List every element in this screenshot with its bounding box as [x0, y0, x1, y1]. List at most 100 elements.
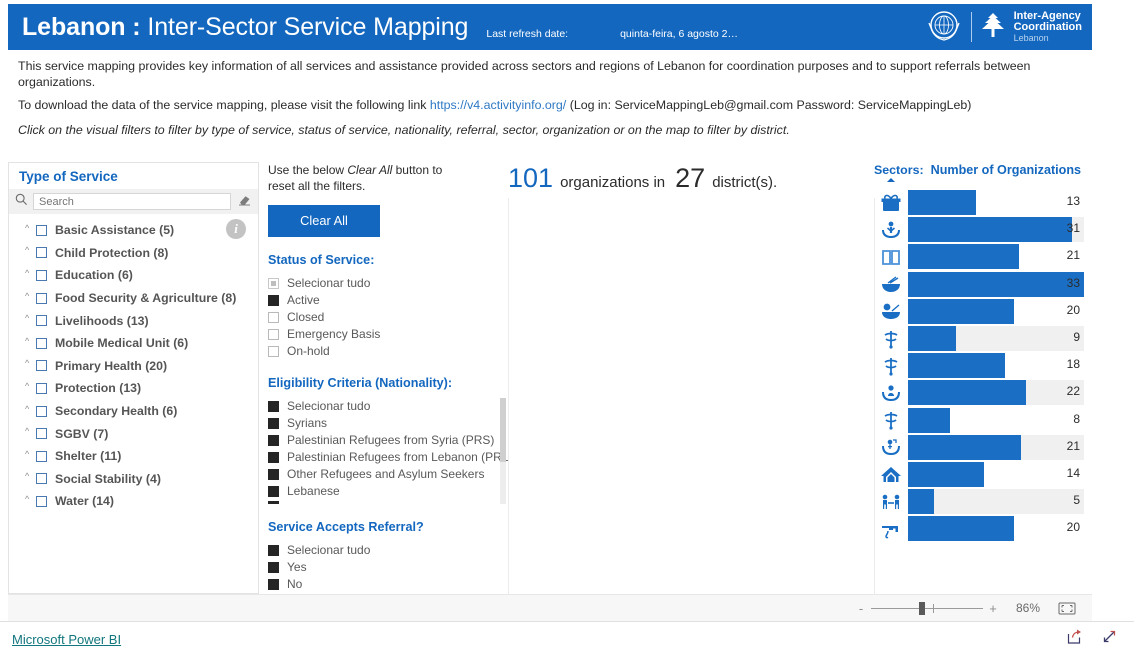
tos-item-education[interactable]: ^ Education (6)	[9, 264, 258, 287]
sectors-axis-label: Sectors:	[874, 163, 924, 177]
checkbox[interactable]	[268, 578, 279, 590]
share-icon[interactable]	[1066, 628, 1083, 650]
chevron-up-icon[interactable]: ^	[25, 359, 36, 368]
chevron-up-icon[interactable]: ^	[25, 472, 36, 481]
nationality-option-prl[interactable]: Palestinian Refugees from Lebanon (PRL)	[268, 449, 512, 466]
tos-item-protection[interactable]: ^ Protection (13)	[9, 377, 258, 400]
nationality-option-select-all[interactable]: Selecionar tudo	[268, 398, 506, 415]
chevron-up-icon[interactable]: ^	[25, 427, 36, 436]
status-option-emergency-basis[interactable]: Emergency Basis	[268, 326, 506, 343]
checkbox[interactable]	[268, 544, 279, 556]
status-option-closed[interactable]: Closed	[268, 309, 506, 326]
checkbox[interactable]	[268, 311, 279, 323]
checkbox[interactable]	[268, 345, 279, 357]
bar-row[interactable]: 31	[874, 216, 1086, 243]
referral-option-yes[interactable]: Yes	[268, 559, 506, 576]
bar-row[interactable]: 8	[874, 407, 1086, 434]
checkbox[interactable]	[268, 561, 279, 573]
checkbox[interactable]	[36, 269, 47, 281]
bar-row[interactable]: 20	[874, 515, 1086, 542]
checkbox[interactable]	[268, 400, 279, 412]
checkbox[interactable]	[36, 382, 47, 394]
nationality-option-lebanese[interactable]: Lebanese	[268, 483, 506, 500]
zoom-in-button[interactable]: +	[986, 601, 1000, 616]
status-option-on-hold[interactable]: On-hold	[268, 343, 506, 360]
bar-row[interactable]: 14	[874, 461, 1086, 488]
checkbox[interactable]	[268, 328, 279, 340]
tos-item-primary-health[interactable]: ^ Primary Health (20)	[9, 355, 258, 378]
checkbox[interactable]	[36, 224, 47, 236]
referral-option-no[interactable]: No	[268, 576, 506, 593]
tos-item-mobile-medical-unit[interactable]: ^ Mobile Medical Unit (6)	[9, 332, 258, 355]
checkbox[interactable]	[36, 337, 47, 349]
chevron-up-icon[interactable]: ^	[25, 494, 36, 504]
tos-item-livelihoods[interactable]: ^ Livelihoods (13)	[9, 309, 258, 332]
checkbox[interactable]	[268, 294, 279, 306]
tos-item-child-protection[interactable]: ^ Child Protection (8)	[9, 242, 258, 265]
chevron-up-icon[interactable]: ^	[25, 291, 36, 301]
tos-item-social-stability[interactable]: ^ Social Stability (4)	[9, 468, 258, 491]
tos-item-food-security-agriculture[interactable]: ^ Food Security & Agriculture (8)	[9, 287, 258, 310]
chevron-up-icon[interactable]: ^	[25, 246, 36, 255]
bar-row[interactable]: 5	[874, 488, 1086, 515]
bar-row[interactable]: 18	[874, 352, 1086, 379]
checkbox[interactable]	[268, 468, 279, 480]
microsoft-power-bi-link[interactable]: Microsoft Power BI	[12, 632, 121, 647]
status-option-active[interactable]: Active	[268, 292, 506, 309]
bar-row[interactable]: 21	[874, 434, 1086, 461]
chevron-up-icon[interactable]: ^	[25, 404, 36, 414]
zoom-slider-thumb[interactable]	[919, 601, 925, 615]
nationality-option-prs[interactable]: Palestinian Refugees from Syria (PRS)	[268, 432, 506, 449]
tos-item-water[interactable]: ^ Water (14)	[9, 490, 258, 513]
referral-option-select-all[interactable]: Selecionar tudo	[268, 542, 506, 559]
fit-to-page-icon[interactable]	[1058, 602, 1076, 615]
activityinfo-link[interactable]: https://v4.activityinfo.org/	[430, 98, 566, 112]
chevron-up-icon[interactable]: ^	[25, 449, 36, 459]
zoom-slider[interactable]	[871, 601, 983, 615]
zoom-out-button[interactable]: -	[854, 601, 868, 616]
checkbox[interactable]	[268, 277, 279, 289]
search-input[interactable]	[33, 193, 231, 210]
checkbox[interactable]	[36, 405, 47, 417]
status-of-service-title: Status of Service:	[268, 252, 375, 267]
checkbox[interactable]	[36, 292, 47, 304]
chevron-up-icon[interactable]: ^	[25, 223, 36, 233]
checkbox[interactable]	[268, 451, 279, 463]
checkbox[interactable]	[36, 450, 47, 462]
bar-row[interactable]: 21	[874, 243, 1086, 270]
chevron-up-icon[interactable]: ^	[25, 336, 36, 346]
chevron-up-icon[interactable]: ^	[25, 381, 36, 391]
chevron-up-icon[interactable]: ^	[25, 268, 36, 278]
checkbox[interactable]	[36, 428, 47, 440]
fullscreen-icon[interactable]	[1101, 628, 1118, 650]
checkbox[interactable]	[36, 473, 47, 485]
checkbox[interactable]	[36, 495, 47, 507]
checkbox[interactable]	[268, 434, 279, 446]
nationality-option-other-refugees[interactable]: Other Refugees and Asylum Seekers	[268, 466, 506, 483]
sort-ascending-icon[interactable]	[887, 178, 895, 182]
chevron-up-icon[interactable]: ^	[25, 314, 36, 323]
checkbox[interactable]	[36, 315, 47, 327]
checkbox[interactable]	[36, 360, 47, 372]
checkbox[interactable]	[268, 417, 279, 429]
tos-item-secondary-health[interactable]: ^ Secondary Health (6)	[9, 400, 258, 423]
scrollbar-thumb[interactable]	[500, 397, 506, 462]
checkbox[interactable]	[268, 485, 279, 497]
bar-row[interactable]: 22	[874, 379, 1086, 406]
bar-row[interactable]: 9	[874, 325, 1086, 352]
bar-row[interactable]: 33	[874, 271, 1086, 298]
checkbox[interactable]	[36, 247, 47, 259]
eraser-icon[interactable]	[237, 193, 252, 211]
bar-row[interactable]: 20	[874, 298, 1086, 325]
bar-row[interactable]: 13	[874, 189, 1086, 216]
tos-item-shelter[interactable]: ^ Shelter (11)	[9, 445, 258, 468]
chart-title[interactable]: Number of Organizations	[931, 163, 1081, 177]
nationality-scrollbar[interactable]	[500, 397, 506, 504]
clear-all-button[interactable]: Clear All	[268, 204, 380, 237]
nationality-option-syrians[interactable]: Syrians	[268, 415, 506, 432]
tos-item-basic-assistance[interactable]: ^ Basic Assistance (5)	[9, 219, 258, 242]
map-panel[interactable]	[508, 198, 875, 594]
status-option-select-all[interactable]: Selecionar tudo	[268, 275, 506, 292]
tos-item-sgbv[interactable]: ^ SGBV (7)	[9, 422, 258, 445]
info-icon[interactable]: i	[226, 219, 246, 239]
